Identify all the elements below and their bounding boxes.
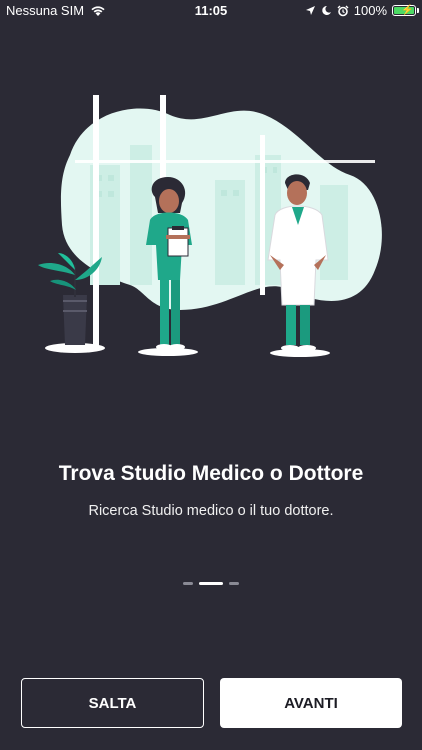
page-dot-2[interactable]: [199, 582, 223, 585]
battery-icon: ⚡: [392, 5, 419, 16]
location-arrow-icon: [305, 6, 315, 15]
status-bar: Nessuna SIM 11:05 100% ⚡: [0, 0, 422, 22]
onboarding-subtitle: Ricerca Studio medico o il tuo dottore.: [88, 503, 334, 519]
moon-icon: [322, 5, 331, 15]
doctors-illustration: [38, 95, 382, 357]
page-dot-1[interactable]: [183, 582, 193, 585]
onboarding-title: Trova Studio Medico o Dottore: [58, 462, 364, 485]
next-button[interactable]: AVANTI: [220, 678, 402, 728]
skip-button[interactable]: SALTA: [21, 678, 204, 728]
battery-percent: 100%: [353, 3, 387, 18]
status-right: 100% ⚡: [305, 3, 419, 18]
alarm-icon: [337, 5, 349, 16]
page-dot-3[interactable]: [229, 582, 239, 585]
page-indicator: [0, 582, 422, 585]
